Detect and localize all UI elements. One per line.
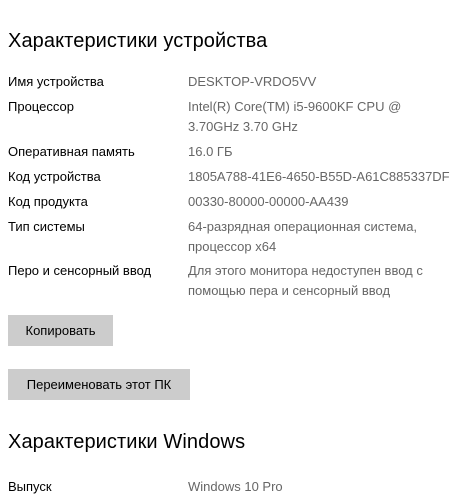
spec-value: Для этого монитора недоступен ввод с пом… (188, 263, 423, 298)
copy-button[interactable]: Копировать (8, 315, 113, 346)
spec-label: Тип системы (8, 219, 85, 234)
spec-row-device-name: Имя устройства DESKTOP-VRDO5VV (8, 72, 468, 92)
spec-value: 1805A788-41E6-4650-B55D-A61C885337DF (188, 169, 450, 184)
spec-label: Имя устройства (8, 74, 104, 89)
spec-value: 00330-80000-00000-AA439 (188, 194, 349, 209)
spec-label: Процессор (8, 99, 74, 114)
spec-value: Intel(R) Core(TM) i5-9600KF CPU @ 3.70GH… (188, 99, 402, 134)
spec-row-processor: Процессор Intel(R) Core(TM) i5-9600KF CP… (8, 97, 468, 137)
windows-specs-title: Характеристики Windows (8, 431, 246, 453)
spec-label: Код продукта (8, 194, 88, 209)
spec-row-pen-touch: Перо и сенсорный ввод Для этого монитора… (8, 261, 468, 301)
spec-row-ram: Оперативная память 16.0 ГБ (8, 142, 468, 162)
spec-row-device-id: Код устройства 1805A788-41E6-4650-B55D-A… (8, 167, 468, 187)
spec-value: 64-разрядная операционная система, проце… (188, 219, 418, 254)
spec-label: Выпуск (8, 479, 52, 494)
spec-row-product-id: Код продукта 00330-80000-00000-AA439 (8, 192, 468, 212)
windows-specs-list: Выпуск Windows 10 Pro (8, 477, 468, 497)
device-specs-list: Имя устройства DESKTOP-VRDO5VV Процессор… (8, 72, 468, 301)
spec-row-edition: Выпуск Windows 10 Pro (8, 477, 468, 497)
spec-row-system-type: Тип системы 64-разрядная операционная си… (8, 217, 468, 257)
spec-value: 16.0 ГБ (188, 144, 233, 159)
about-page: Характеристики устройства Имя устройства… (0, 0, 474, 499)
device-specs-title: Характеристики устройства (8, 30, 268, 52)
spec-value: DESKTOP-VRDO5VV (188, 74, 317, 89)
spec-value: Windows 10 Pro (188, 479, 283, 494)
spec-label: Перо и сенсорный ввод (8, 263, 152, 278)
spec-label: Оперативная память (8, 144, 135, 159)
rename-pc-button[interactable]: Переименовать этот ПК (8, 369, 190, 400)
spec-label: Код устройства (8, 169, 101, 184)
